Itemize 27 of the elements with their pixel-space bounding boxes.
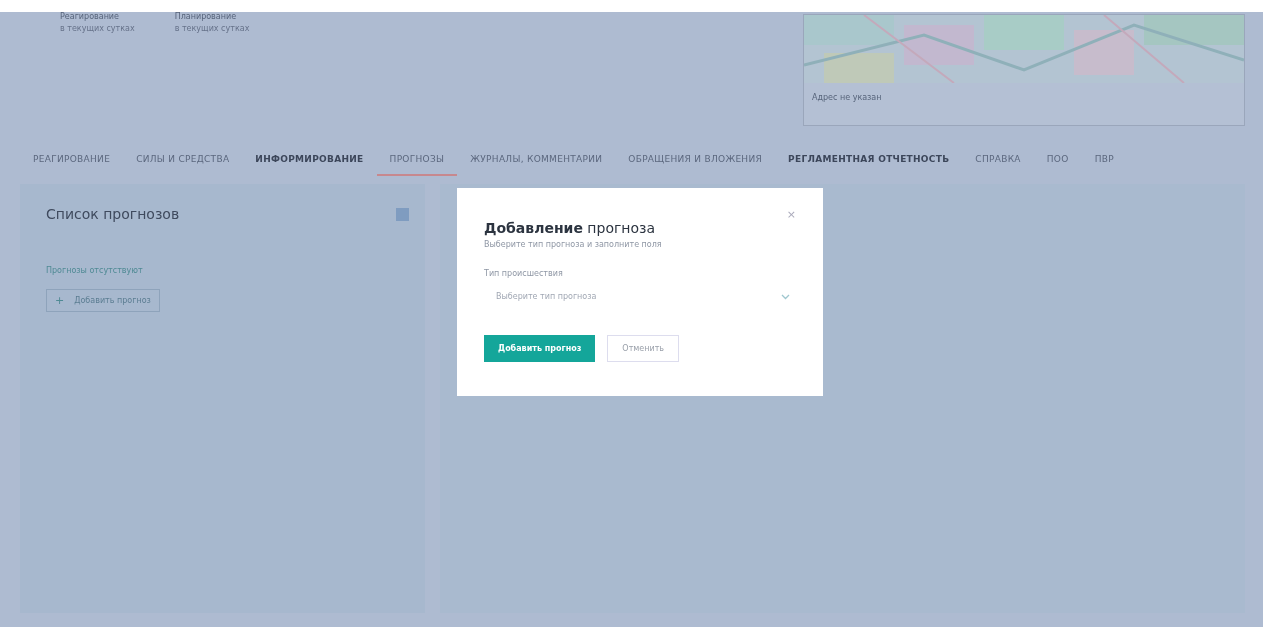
- stat-caption: в текущих сутках: [174, 24, 250, 33]
- stat-caption: в текущих сутках: [60, 24, 135, 33]
- field-label: Тип происшествия: [484, 269, 564, 278]
- map-caption: Адрес не указан: [811, 92, 883, 104]
- close-button[interactable]: ×: [786, 208, 796, 221]
- empty-message: Прогнозы отсутствуют: [46, 266, 144, 275]
- nav-tab[interactable]: ПВР: [1081, 154, 1127, 176]
- stat-title: Реагирование: [60, 12, 120, 21]
- nav-tab[interactable]: ПРОГНОЗЫ: [376, 154, 458, 176]
- square-button[interactable]: [396, 207, 409, 221]
- dialog-subtitle: Выберите тип прогноза и заполните поля: [484, 240, 663, 249]
- cancel-button[interactable]: Отменить: [607, 335, 680, 362]
- nav-tab[interactable]: РЕГЛАМЕНТНАЯ ОТЧЕТНОСТЬ: [775, 154, 963, 176]
- chevron-down-icon: [781, 293, 790, 300]
- nav-tab[interactable]: ОБРАЩЕНИЯ И ВЛОЖЕНИЯ: [615, 154, 776, 176]
- nav-tab[interactable]: ИНФОРМИРОВАНИЕ: [242, 154, 377, 176]
- panel-title: Список прогнозов: [46, 206, 180, 222]
- nav-tab[interactable]: СПРАВКА: [962, 154, 1034, 176]
- nav-tab[interactable]: СИЛЫ И СРЕДСТВА: [123, 154, 243, 176]
- nav-tab[interactable]: РЕАГИРОВАНИЕ: [20, 154, 124, 176]
- submit-button[interactable]: Добавить прогноз: [484, 335, 596, 362]
- nav-tab[interactable]: ЖУРНАЛЫ, КОММЕНТАРИИ: [457, 154, 616, 176]
- dialog-title: Добавление прогноза: [484, 220, 656, 236]
- type-select[interactable]: Выберите тип прогноза: [484, 286, 796, 307]
- nav-tab[interactable]: ПОО: [1033, 154, 1082, 176]
- add-forecast-button[interactable]: + Добавить прогноз: [46, 289, 160, 312]
- stat-title: Планирование: [174, 12, 238, 21]
